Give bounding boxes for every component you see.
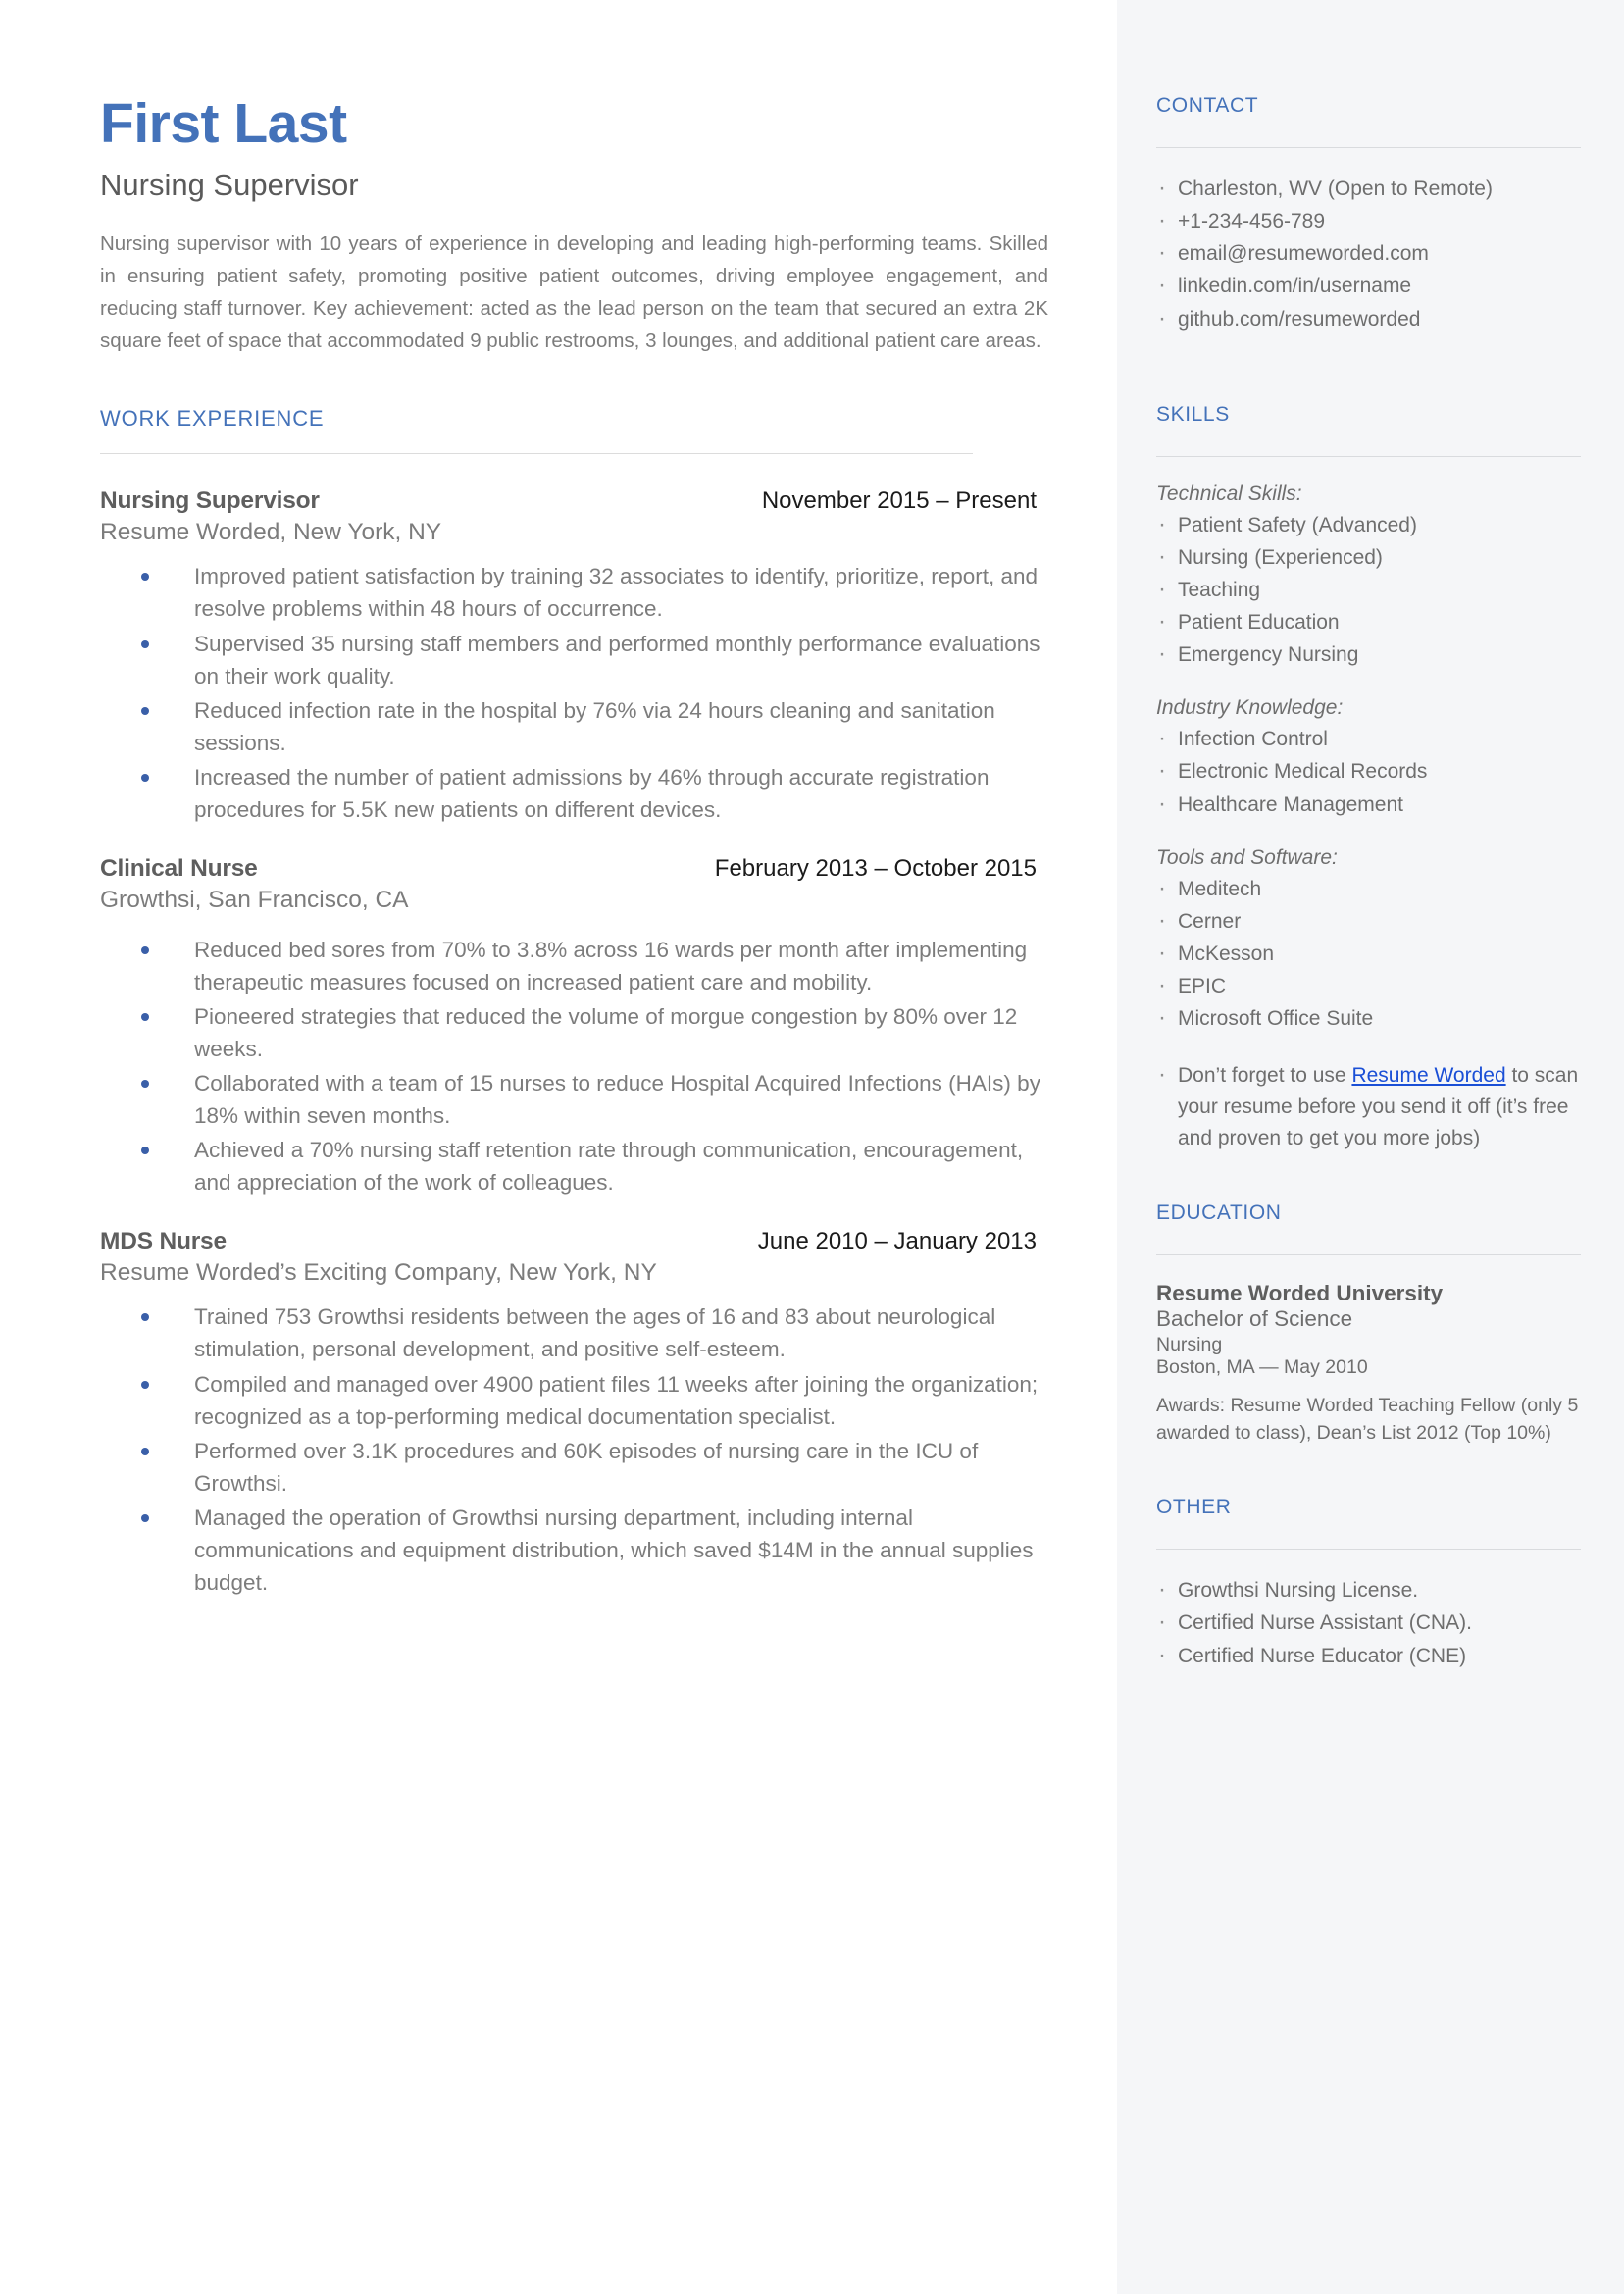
skill-list: Patient Safety (Advanced) Nursing (Exper…: [1156, 508, 1581, 672]
skill-group-technical: Technical Skills: Patient Safety (Advanc…: [1156, 483, 1581, 672]
education-degree: Bachelor of Science: [1156, 1305, 1353, 1331]
main-column: First Last Nursing Supervisor Nursing su…: [0, 0, 1117, 2294]
experience-company: Growthsi, San Francisco, CA: [100, 886, 409, 913]
experience-bullet-list: Trained 753 Growthsi residents between t…: [100, 1300, 1048, 1599]
sidebar-heading-education: EDUCATION: [1156, 1200, 1282, 1224]
list-item: Cerner: [1156, 904, 1581, 938]
resume-worded-promo: Don’t forget to use Resume Worded to sca…: [1156, 1057, 1581, 1154]
experience-dates: June 2010 – January 2013: [757, 1228, 1037, 1255]
skill-list: Infection Control Electronic Medical Rec…: [1156, 722, 1581, 821]
skill-group-industry: Industry Knowledge: Infection Control El…: [1156, 696, 1581, 820]
experience-header: MDS Nurse June 2010 – January 2013: [100, 1228, 1037, 1255]
experience-dates: February 2013 – October 2015: [714, 854, 1037, 882]
sidebar-divider: [1156, 1253, 1581, 1255]
list-item: Emergency Nursing: [1156, 637, 1581, 671]
experience-bullet-list: Reduced bed sores from 70% to 3.8% acros…: [100, 934, 1048, 1199]
experience-company: Resume Worded’s Exciting Company, New Yo…: [100, 1259, 657, 1287]
sidebar-divider: [1156, 455, 1581, 457]
sidebar-column: CONTACT Charleston, WV (Open to Remote) …: [1117, 0, 1624, 2294]
headline-job-title: Nursing Supervisor: [100, 168, 359, 203]
skill-list: Meditech Cerner McKesson EPIC Microsoft …: [1156, 872, 1581, 1036]
education-school: Resume Worded University: [1156, 1280, 1444, 1305]
sidebar-heading-other: OTHER: [1156, 1496, 1232, 1519]
list-item: Patient Education: [1156, 605, 1581, 638]
list-item: Infection Control: [1156, 722, 1581, 755]
list-item: Microsoft Office Suite: [1156, 1001, 1581, 1035]
list-item: Improved patient satisfaction by trainin…: [100, 560, 1048, 625]
experience-role: Nursing Supervisor: [100, 487, 320, 515]
experience-dates: November 2015 – Present: [761, 487, 1037, 515]
experience-role: MDS Nurse: [100, 1228, 227, 1255]
experience-header: Nursing Supervisor November 2015 – Prese…: [100, 487, 1037, 515]
education-awards: Awards: Resume Worded Teaching Fellow (o…: [1156, 1394, 1579, 1444]
experience-role: Clinical Nurse: [100, 854, 258, 882]
list-item: Patient Safety (Advanced): [1156, 508, 1581, 541]
sidebar-divider: [1156, 147, 1581, 148]
skill-group-title: Technical Skills:: [1156, 482, 1302, 505]
skill-group-tools: Tools and Software: Meditech Cerner McKe…: [1156, 846, 1581, 1036]
professional-summary: Nursing supervisor with 10 years of expe…: [100, 231, 1048, 353]
list-item: Healthcare Management: [1156, 787, 1581, 821]
promo-text-before: Don’t forget to use: [1178, 1064, 1352, 1088]
experience-bullet-list: Improved patient satisfaction by trainin…: [100, 560, 1048, 826]
list-item: EPIC: [1156, 969, 1581, 1002]
skill-group-title: Tools and Software:: [1156, 845, 1338, 869]
list-item: Compiled and managed over 4900 patient f…: [100, 1368, 1048, 1433]
skill-group-title: Industry Knowledge:: [1156, 696, 1344, 720]
experience-entry: Clinical Nurse February 2013 – October 2…: [100, 855, 1048, 1199]
list-item: Certified Nurse Educator (CNE): [1156, 1639, 1581, 1672]
list-item: Performed over 3.1K procedures and 60K e…: [100, 1435, 1048, 1500]
list-item: Electronic Medical Records: [1156, 754, 1581, 788]
sidebar-divider: [1156, 1549, 1581, 1551]
contact-location: Charleston, WV (Open to Remote): [1156, 172, 1581, 205]
experience-company: Resume Worded, New York, NY: [100, 519, 442, 546]
contact-linkedin[interactable]: linkedin.com/in/username: [1156, 269, 1581, 302]
contact-phone[interactable]: +1-234-456-789: [1156, 204, 1581, 237]
sidebar-heading-contact: CONTACT: [1156, 94, 1259, 117]
list-item: Trained 753 Growthsi residents between t…: [100, 1300, 1048, 1365]
section-heading-work-experience: WORK EXPERIENCE: [100, 406, 325, 432]
list-item: Achieved a 70% nursing staff retention r…: [100, 1134, 1048, 1198]
list-item: Managed the operation of Growthsi nursin…: [100, 1502, 1048, 1599]
resume-page: First Last Nursing Supervisor Nursing su…: [0, 0, 1624, 2294]
list-item: Reduced infection rate in the hospital b…: [100, 694, 1048, 759]
page-title: First Last: [100, 92, 347, 155]
list-item: Reduced bed sores from 70% to 3.8% acros…: [100, 934, 1048, 998]
other-list: Growthsi Nursing License. Certified Nurs…: [1156, 1573, 1581, 1672]
list-item: Supervised 35 nursing staff members and …: [100, 628, 1048, 692]
contact-list: Charleston, WV (Open to Remote) +1-234-4…: [1156, 172, 1581, 335]
contact-github[interactable]: github.com/resumeworded: [1156, 301, 1581, 335]
list-item: Pioneered strategies that reduced the vo…: [100, 1000, 1048, 1065]
education-location-date: Boston, MA — May 2010: [1156, 1355, 1368, 1378]
contact-email[interactable]: email@resumeworded.com: [1156, 236, 1581, 270]
list-item: Collaborated with a team of 15 nurses to…: [100, 1067, 1048, 1132]
section-divider: [100, 453, 973, 455]
education-field: Nursing: [1156, 1333, 1223, 1355]
list-item: Nursing (Experienced): [1156, 540, 1581, 574]
experience-entry: MDS Nurse June 2010 – January 2013 Resum…: [100, 1228, 1048, 1599]
list-item: Growthsi Nursing License.: [1156, 1573, 1581, 1606]
experience-header: Clinical Nurse February 2013 – October 2…: [100, 855, 1037, 883]
sidebar-heading-skills: SKILLS: [1156, 402, 1230, 426]
list-item: McKesson: [1156, 937, 1581, 970]
list-item: Certified Nurse Assistant (CNA).: [1156, 1606, 1581, 1639]
list-item: Meditech: [1156, 872, 1581, 905]
list-item: Increased the number of patient admissio…: [100, 761, 1048, 826]
resume-worded-link[interactable]: Resume Worded: [1351, 1064, 1505, 1087]
list-item: Teaching: [1156, 573, 1581, 606]
experience-entry: Nursing Supervisor November 2015 – Prese…: [100, 487, 1048, 826]
